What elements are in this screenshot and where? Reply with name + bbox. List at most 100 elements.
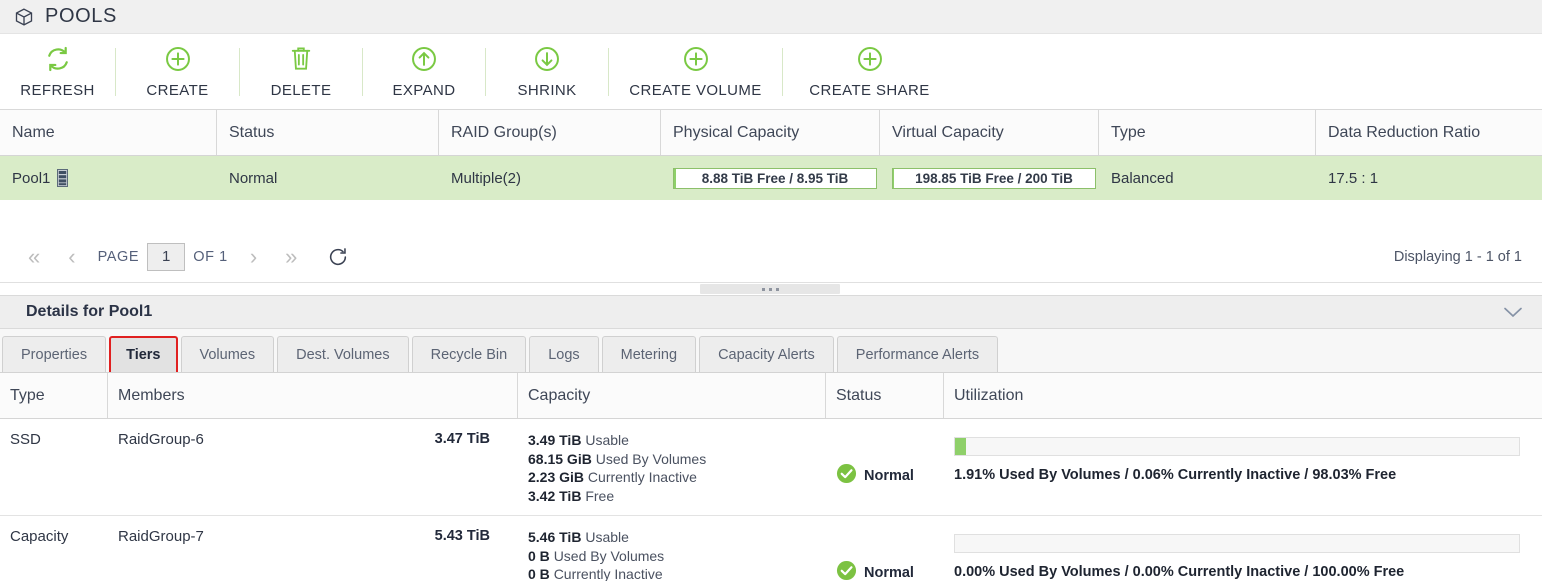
tab-volumes[interactable]: Volumes: [180, 336, 275, 372]
details-tabs: Properties Tiers Volumes Dest. Volumes R…: [0, 329, 1542, 373]
capacity-value: 3.42 TiB: [528, 487, 582, 504]
virtual-capacity-cell: 198.85 TiB Free / 200 TiB: [880, 156, 1099, 200]
page-title: POOLS: [45, 5, 117, 27]
capacity-line: 3.42 TiB Free: [528, 487, 816, 506]
table-row[interactable]: Pool1 Normal Multiple(2) 8.88 TiB Free /…: [0, 156, 1542, 200]
tab-capacity-alerts[interactable]: Capacity Alerts: [699, 336, 834, 372]
splitter-dot: [775, 287, 779, 291]
next-page-button[interactable]: ›: [236, 245, 271, 268]
create-button-label: CREATE: [146, 82, 209, 99]
capacity-value: 68.15 GiB: [528, 450, 592, 467]
utilization-text: 0.00% Used By Volumes / 0.00% Currently …: [954, 564, 1405, 580]
capacity-label: Currently Inactive: [587, 469, 697, 485]
tier-member-name: RaidGroup-7: [118, 528, 204, 545]
plus-circle-icon: [682, 44, 710, 74]
capacity-value: 3.49 TiB: [528, 432, 582, 448]
panel-splitter[interactable]: [0, 283, 1542, 295]
create-volume-button-label: CREATE VOLUME: [629, 82, 762, 99]
create-button[interactable]: CREATE: [116, 34, 239, 110]
tiers-column-capacity[interactable]: Capacity: [518, 373, 826, 418]
capacity-line: 0 B Used By Volumes: [528, 547, 816, 566]
column-header-raid-groups[interactable]: RAID Group(s): [439, 110, 661, 155]
column-header-virtual-capacity[interactable]: Virtual Capacity: [880, 110, 1099, 155]
table-empty-space: [0, 200, 1542, 231]
tiers-column-status[interactable]: Status: [826, 373, 944, 418]
page-number-input[interactable]: [147, 242, 186, 271]
tab-dest-volumes[interactable]: Dest. Volumes: [277, 336, 409, 372]
trash-icon: [288, 44, 314, 74]
tier-utilization-cell: 0.00% Used By Volumes / 0.00% Currently …: [944, 516, 1542, 581]
capacity-line: 68.15 GiB Used By Volumes: [528, 450, 816, 469]
physical-capacity-fill: [674, 168, 676, 188]
tab-logs[interactable]: Logs: [529, 336, 599, 372]
tiers-column-type[interactable]: Type: [0, 373, 108, 418]
capacity-label: Usable: [585, 432, 629, 448]
capacity-line: 5.46 TiB Usable: [528, 528, 816, 547]
create-share-button-label: CREATE SHARE: [809, 82, 930, 99]
check-circle-icon: [836, 560, 857, 581]
physical-capacity-text: 8.88 TiB Free / 8.95 TiB: [701, 170, 849, 186]
tier-status-label: Normal: [864, 565, 914, 581]
create-volume-button[interactable]: CREATE VOLUME: [609, 34, 782, 110]
virtual-capacity-text: 198.85 TiB Free / 200 TiB: [915, 170, 1073, 186]
chevron-down-icon[interactable]: [1500, 304, 1526, 320]
pager-refresh-icon[interactable]: [327, 246, 349, 268]
pools-table-header: Name Status RAID Group(s) Physical Capac…: [0, 110, 1542, 156]
last-page-button[interactable]: »: [271, 245, 311, 268]
page-header: POOLS: [0, 0, 1542, 34]
table-row[interactable]: SSD RaidGroup-6 3.47 TiB 3.49 TiB Usable…: [0, 419, 1542, 516]
disk-stack-icon: [50, 169, 69, 187]
toolbar: REFRESH CREATE DELETE EXPAND SHRINK CREA…: [0, 34, 1542, 110]
refresh-icon: [44, 44, 72, 74]
prev-page-button[interactable]: ‹: [54, 245, 89, 268]
tier-members-cell: RaidGroup-7 5.43 TiB: [108, 516, 518, 581]
tier-capacity-cell: 3.49 TiB Usable 68.15 GiB Used By Volume…: [518, 419, 826, 515]
pool-name-cell[interactable]: Pool1: [0, 156, 217, 200]
column-header-physical-capacity[interactable]: Physical Capacity: [661, 110, 880, 155]
pools-table: Name Status RAID Group(s) Physical Capac…: [0, 110, 1542, 200]
tiers-column-utilization[interactable]: Utilization: [944, 373, 1542, 418]
tab-recycle-bin[interactable]: Recycle Bin: [411, 336, 527, 372]
capacity-value: 0 B: [528, 566, 550, 581]
splitter-dot: [761, 287, 765, 291]
tier-member-size: 3.47 TiB: [434, 431, 490, 447]
refresh-button[interactable]: REFRESH: [0, 34, 115, 110]
column-header-status[interactable]: Status: [217, 110, 439, 155]
shrink-button[interactable]: SHRINK: [486, 34, 608, 110]
tiers-table-header: Type Members Capacity Status Utilization: [0, 373, 1542, 419]
utilization-bar: [954, 534, 1520, 553]
tier-member-name: RaidGroup-6: [118, 431, 204, 448]
arrow-up-circle-icon: [410, 44, 438, 74]
tab-metering[interactable]: Metering: [601, 336, 697, 372]
column-header-type[interactable]: Type: [1099, 110, 1316, 155]
pool-raid-groups-cell: Multiple(2): [451, 169, 522, 187]
capacity-line: 0 B Currently Inactive: [528, 565, 816, 581]
displaying-count-label: Displaying 1 - 1 of 1: [1393, 248, 1522, 265]
tab-tiers[interactable]: Tiers: [109, 336, 178, 372]
cube-icon: [14, 7, 45, 27]
delete-button[interactable]: DELETE: [240, 34, 362, 110]
splitter-dot: [768, 287, 772, 291]
physical-capacity-cell: 8.88 TiB Free / 8.95 TiB: [661, 156, 880, 200]
table-row[interactable]: Capacity RaidGroup-7 5.43 TiB 5.46 TiB U…: [0, 516, 1542, 581]
details-header: Details for Pool1: [0, 295, 1542, 329]
tab-performance-alerts[interactable]: Performance Alerts: [836, 336, 999, 372]
first-page-button[interactable]: «: [14, 245, 54, 268]
tab-properties[interactable]: Properties: [2, 336, 107, 372]
tier-utilization-cell: 1.91% Used By Volumes / 0.06% Currently …: [944, 419, 1542, 515]
shrink-button-label: SHRINK: [517, 82, 577, 99]
tier-member-size: 5.43 TiB: [434, 528, 490, 544]
tiers-column-members[interactable]: Members: [108, 373, 518, 418]
capacity-line: 2.23 GiB Currently Inactive: [528, 468, 816, 487]
column-header-data-reduction-ratio[interactable]: Data Reduction Ratio: [1316, 110, 1542, 155]
column-header-name[interactable]: Name: [0, 110, 217, 155]
capacity-line: 3.49 TiB Usable: [528, 431, 816, 450]
create-share-button[interactable]: CREATE SHARE: [783, 34, 956, 110]
plus-circle-icon: [856, 44, 884, 74]
page-label: PAGE: [97, 248, 140, 265]
pool-type-cell: Balanced: [1111, 169, 1174, 187]
virtual-capacity-fill: [893, 168, 895, 188]
expand-button[interactable]: EXPAND: [363, 34, 485, 110]
splitter-handle[interactable]: [700, 284, 840, 294]
tier-status-label: Normal: [864, 468, 914, 484]
